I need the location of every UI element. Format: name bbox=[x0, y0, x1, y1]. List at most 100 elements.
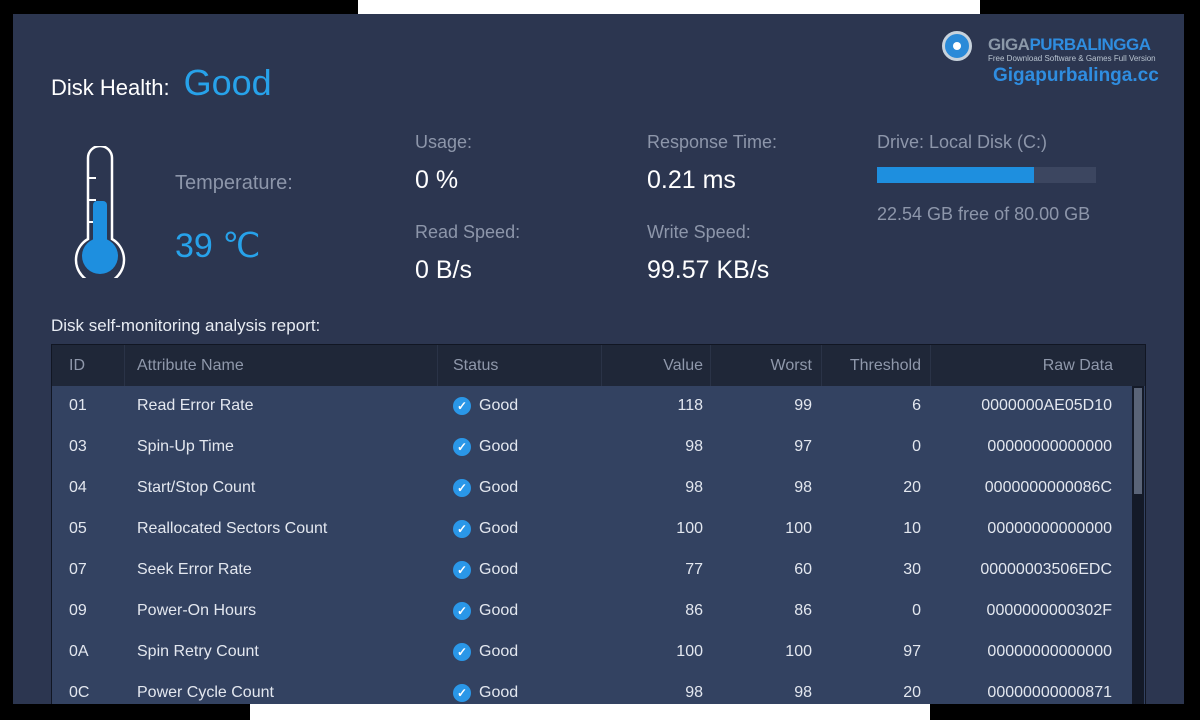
cell-worst: 100 bbox=[785, 643, 812, 660]
cell-threshold: 20 bbox=[903, 684, 921, 701]
cell-id: 0A bbox=[69, 643, 89, 660]
cell-threshold: 0 bbox=[912, 438, 921, 455]
cell-raw-data: 0000000AE05D10 bbox=[981, 397, 1112, 414]
cell-threshold: 10 bbox=[903, 520, 921, 537]
report-title: Disk self-monitoring analysis report: bbox=[51, 316, 321, 335]
cell-status-text: Good bbox=[479, 684, 519, 701]
frame-bar-bottom-right bbox=[930, 704, 1200, 720]
frame-bar-top-left bbox=[0, 0, 358, 14]
cell-id: 07 bbox=[69, 561, 87, 578]
cell-value: 118 bbox=[677, 397, 703, 414]
column-header-worst[interactable]: Worst bbox=[722, 357, 812, 375]
status-check-icon: ✓ bbox=[453, 602, 471, 620]
drive-label: Drive: Local Disk (C:) bbox=[877, 132, 1048, 152]
cell-value: 86 bbox=[685, 602, 703, 619]
cell-worst: 98 bbox=[794, 684, 812, 701]
watermark-logo: GIGAPURBALINGGA Free Download Software &… bbox=[938, 27, 1184, 101]
column-header-threshold[interactable]: Threshold bbox=[832, 357, 921, 375]
read-speed-value: 0 B/s bbox=[415, 256, 472, 284]
cell-threshold: 0 bbox=[912, 602, 921, 619]
table-row[interactable]: ✓ 03 Spin-Up Time Good 98 97 0 00000000000000 bbox=[52, 427, 1130, 468]
disk-health-value: Good bbox=[183, 62, 272, 103]
cell-value: 77 bbox=[685, 561, 703, 578]
status-check-icon: ✓ bbox=[453, 397, 471, 415]
column-header-attribute[interactable]: Attribute Name bbox=[137, 357, 244, 375]
disk-health-label: Disk Health: bbox=[51, 75, 170, 100]
frame-bar-right bbox=[1184, 0, 1200, 720]
temperature-label: Temperature: bbox=[175, 172, 293, 194]
write-speed-label: Write Speed: bbox=[647, 222, 751, 242]
cell-worst: 98 bbox=[794, 479, 812, 496]
status-check-icon: ✓ bbox=[453, 520, 471, 538]
scrollbar-thumb[interactable] bbox=[1134, 388, 1142, 494]
cell-worst: 86 bbox=[794, 602, 812, 619]
cell-id: 05 bbox=[69, 520, 87, 537]
status-check-icon: ✓ bbox=[453, 643, 471, 661]
cell-id: 0C bbox=[69, 684, 90, 701]
status-check-icon: ✓ bbox=[453, 684, 471, 702]
logo-tagline: Free Download Software & Games Full Vers… bbox=[988, 54, 1156, 63]
cell-threshold: 20 bbox=[903, 479, 921, 496]
column-header-raw-data[interactable]: Raw Data bbox=[942, 357, 1113, 375]
cell-id: 09 bbox=[69, 602, 87, 619]
disk-health-panel: Disk Health: Good GIGAPURBALINGGA Free D… bbox=[13, 14, 1184, 704]
cell-id: 03 bbox=[69, 438, 87, 455]
cell-attribute-name: Power-On Hours bbox=[137, 602, 257, 619]
table-row[interactable]: ✓ 07 Seek Error Rate Good 77 60 30 00000003506E… bbox=[52, 550, 1130, 591]
table-row[interactable]: ✓ 0A Spin Retry Count Good 100 100 97 000000000… bbox=[52, 632, 1130, 673]
logo-wordmark: GIGAPURBALINGGA bbox=[988, 35, 1151, 54]
table-scrollbar[interactable] bbox=[1132, 386, 1144, 704]
cell-status-text: Good bbox=[479, 397, 519, 414]
watermark-url: Gigapurbalinga.cc bbox=[993, 65, 1159, 86]
cell-worst: 60 bbox=[794, 561, 812, 578]
cell-value: 98 bbox=[685, 438, 703, 455]
cell-attribute-name: Power Cycle Count bbox=[137, 684, 274, 701]
cell-threshold: 30 bbox=[903, 561, 921, 578]
cell-attribute-name: Spin Retry Count bbox=[137, 643, 259, 660]
frame-bar-left bbox=[0, 0, 13, 720]
cell-worst: 100 bbox=[785, 520, 812, 537]
status-check-icon: ✓ bbox=[453, 479, 471, 497]
cell-id: 04 bbox=[69, 479, 87, 496]
cell-attribute-name: Read Error Rate bbox=[137, 397, 254, 414]
cell-value: 100 bbox=[676, 520, 703, 537]
column-header-id[interactable]: ID bbox=[69, 357, 85, 375]
cell-attribute-name: Spin-Up Time bbox=[137, 438, 234, 455]
write-speed-value: 99.57 KB/s bbox=[647, 256, 770, 284]
table-row[interactable]: ✓ 0C Power Cycle Count Good 98 98 20 0000000000… bbox=[52, 673, 1130, 704]
cell-status-text: Good bbox=[479, 479, 519, 496]
read-speed-label: Read Speed: bbox=[415, 222, 521, 242]
drive-free-space: 22.54 GB free of 80.00 GB bbox=[877, 204, 1091, 224]
cell-worst: 97 bbox=[794, 438, 812, 455]
table-row[interactable]: ✓ 04 Start/Stop Count Good 98 98 20 00000000000… bbox=[52, 468, 1130, 509]
cell-threshold: 97 bbox=[903, 643, 921, 660]
table-row[interactable]: ✓ 09 Power-On Hours Good 86 86 0 0000000000302F bbox=[52, 591, 1130, 632]
cell-worst: 99 bbox=[794, 397, 812, 414]
response-time-value: 0.21 ms bbox=[647, 166, 736, 194]
table-row[interactable]: ✓ 05 Reallocated Sectors Count Good 100 100 10… bbox=[52, 509, 1130, 550]
cell-attribute-name: Seek Error Rate bbox=[137, 561, 252, 578]
cell-attribute-name: Start/Stop Count bbox=[137, 479, 256, 496]
cell-raw-data: 0000000000086C bbox=[984, 479, 1112, 496]
column-header-status[interactable]: Status bbox=[453, 357, 498, 375]
cell-raw-data: 00000003506EDC bbox=[980, 561, 1112, 578]
cell-raw-data: 0000000000302F bbox=[986, 602, 1112, 619]
cell-value: 100 bbox=[676, 643, 703, 660]
cell-threshold: 6 bbox=[912, 397, 921, 414]
temperature-value: 39 ℃ bbox=[175, 227, 261, 265]
cell-id: 01 bbox=[69, 397, 87, 414]
usage-label: Usage: bbox=[415, 132, 473, 152]
cell-value: 98 bbox=[685, 479, 703, 496]
cell-value: 98 bbox=[685, 684, 703, 701]
table-header: ID Attribute Name Status Value Worst Thr… bbox=[52, 345, 1145, 386]
logo-icon bbox=[942, 31, 972, 61]
column-header-value[interactable]: Value bbox=[612, 357, 703, 375]
cell-raw-data: 00000000000000 bbox=[987, 438, 1112, 455]
drive-usage-bar bbox=[877, 167, 1096, 183]
table-row[interactable]: ✓ 01 Read Error Rate Good 118 99 6 0000000AE05D… bbox=[52, 386, 1130, 427]
cell-status-text: Good bbox=[479, 602, 519, 619]
thermometer-icon bbox=[74, 146, 126, 278]
frame-bar-bottom-left bbox=[0, 704, 250, 720]
disk-health-header: Disk Health: Good bbox=[51, 62, 272, 104]
usage-value: 0 % bbox=[415, 166, 459, 194]
